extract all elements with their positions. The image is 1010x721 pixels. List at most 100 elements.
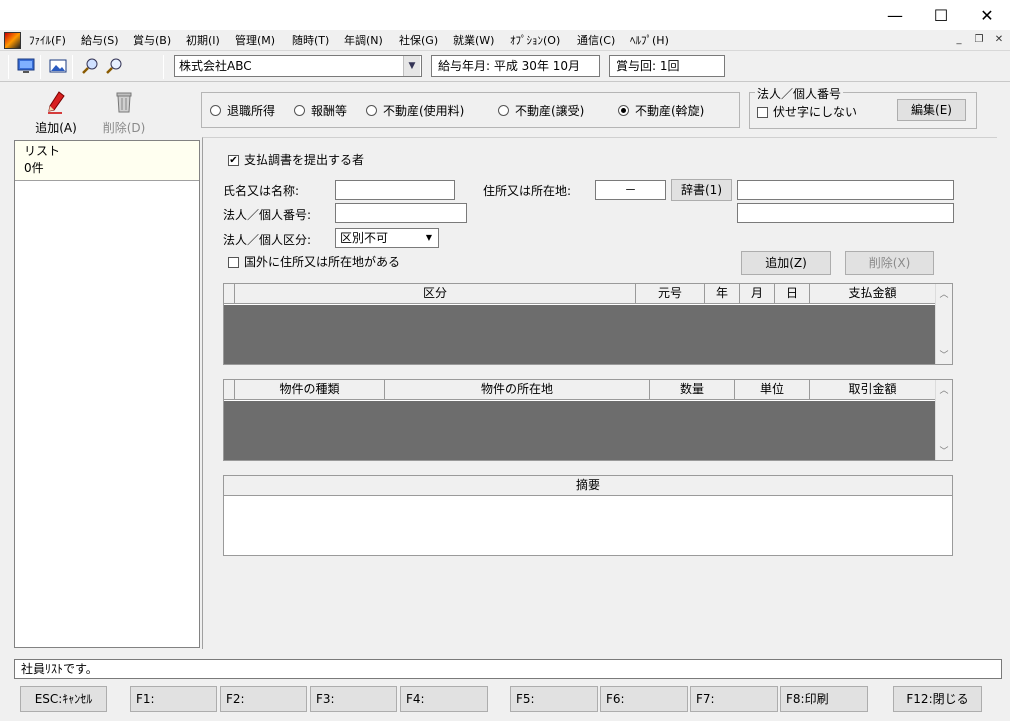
radio-dot — [366, 104, 377, 116]
address-input-2[interactable] — [737, 203, 954, 223]
postal-code-input[interactable]: － — [595, 180, 666, 200]
radio-remuneration[interactable]: 報酬等 — [294, 102, 347, 118]
trash-icon — [116, 92, 132, 113]
mdi-close-button[interactable]: ✕ — [992, 33, 1006, 47]
menu-salary[interactable]: 給与(S) — [81, 32, 119, 49]
name-input[interactable] — [335, 180, 455, 200]
menu-file[interactable]: ﾌｧｲﾙ(F) — [29, 32, 66, 49]
employee-list[interactable] — [14, 140, 200, 648]
add-record-button[interactable]: 追加(A) — [30, 90, 82, 136]
memo-input[interactable] — [228, 500, 948, 552]
radio-label: 不動産(譲受) — [515, 103, 585, 118]
property-grid-header: 物件の種類 物件の所在地 数量 単位 取引金額 — [224, 380, 935, 400]
menu-year-end[interactable]: 年調(N) — [344, 32, 383, 49]
scroll-down-icon[interactable]: ﹀ — [936, 348, 952, 361]
fkey-f6[interactable]: F6: — [600, 686, 688, 712]
zoom-out-icon[interactable] — [104, 57, 124, 75]
overseas-checkbox[interactable]: 国外に住所又は所在地がある — [228, 253, 400, 270]
row-selector-header — [224, 284, 235, 304]
delete-record-label: 削除(D) — [102, 121, 146, 135]
zoom-in-icon[interactable] — [80, 57, 100, 75]
corp-number-group-title: 法人／個人番号 — [755, 85, 844, 102]
menu-comm[interactable]: 通信(C) — [577, 32, 615, 49]
column-header[interactable]: 月 — [740, 284, 775, 304]
radio-dot-selected — [618, 104, 629, 116]
menu-help[interactable]: ﾍﾙﾌﾟ(H) — [630, 32, 669, 49]
menu-anytime[interactable]: 随時(T) — [292, 32, 329, 49]
name-label: 氏名又は名称: — [223, 184, 300, 198]
fkey-f12[interactable]: F12:閉じる — [893, 686, 982, 712]
scroll-down-icon[interactable]: ﹀ — [936, 444, 952, 457]
maximize-button[interactable]: ☐ — [918, 0, 964, 30]
fkey-f3[interactable]: F3: — [310, 686, 397, 712]
payment-grid-body[interactable] — [224, 305, 935, 364]
monitor-icon[interactable] — [16, 57, 36, 75]
column-header[interactable]: 日 — [775, 284, 810, 304]
close-button[interactable]: ✕ — [964, 0, 1010, 30]
fkey-f8[interactable]: F8:印刷 — [780, 686, 868, 712]
column-header[interactable]: 単位 — [735, 380, 810, 400]
dictionary-button[interactable]: 辞書(1) — [671, 179, 732, 201]
memo-box[interactable]: 摘要 — [223, 475, 953, 556]
scroll-up-icon[interactable]: ︿ — [936, 383, 952, 396]
status-message: 社員ﾘｽﾄです。 — [14, 659, 1002, 679]
payment-grid-scrollbar[interactable]: ︿ ﹀ — [935, 284, 952, 364]
scroll-up-icon[interactable]: ︿ — [936, 287, 952, 300]
fkey-f5[interactable]: F5: — [510, 686, 598, 712]
menu-manage[interactable]: 管理(M) — [235, 32, 275, 49]
address-input-1[interactable] — [737, 180, 954, 200]
column-header[interactable]: 区分 — [235, 284, 636, 304]
fkey-f7[interactable]: F7: — [690, 686, 778, 712]
submitter-checkbox[interactable]: ✔ 支払調書を提出する者 — [228, 151, 364, 168]
corp-type-select[interactable]: 区別不可 ▼ — [335, 228, 439, 248]
fkey-f4[interactable]: F4: — [400, 686, 488, 712]
column-header[interactable]: 年 — [705, 284, 740, 304]
chevron-down-icon[interactable]: ▼ — [403, 56, 420, 76]
edit-button[interactable]: 編集(E) — [897, 99, 966, 121]
add-record-label: 追加(A) — [35, 121, 77, 135]
delete-record-button[interactable]: 削除(D) — [98, 90, 150, 136]
memo-header: 摘要 — [224, 476, 952, 496]
column-header[interactable]: 物件の所在地 — [385, 380, 650, 400]
menu-option[interactable]: ｵﾌﾟｼｮﾝ(O) — [510, 32, 560, 49]
checkbox-box — [757, 107, 768, 118]
delete-row-button[interactable]: 削除(X) — [845, 251, 934, 275]
column-header[interactable]: 取引金額 — [810, 380, 935, 400]
menu-initial[interactable]: 初期(I) — [186, 32, 220, 49]
toolbar-separator — [163, 55, 164, 79]
fkey-f2[interactable]: F2: — [220, 686, 307, 712]
menu-work[interactable]: 就業(W) — [453, 32, 494, 49]
overseas-label: 国外に住所又は所在地がある — [244, 255, 401, 269]
minimize-button[interactable]: — — [872, 0, 918, 30]
mdi-restore-button[interactable]: ❐ — [972, 33, 986, 47]
property-grid-body[interactable] — [224, 401, 935, 460]
property-grid[interactable]: 物件の種類 物件の所在地 数量 単位 取引金額 ︿ ﹀ — [223, 379, 953, 461]
column-header[interactable]: 物件の種類 — [235, 380, 385, 400]
menu-social[interactable]: 社保(G) — [399, 32, 438, 49]
no-mask-checkbox[interactable]: 伏せ字にしない — [757, 103, 857, 120]
radio-realestate-transfer[interactable]: 不動産(譲受) — [498, 102, 584, 118]
column-header[interactable]: 元号 — [636, 284, 705, 304]
list-title: リスト — [24, 144, 61, 158]
company-select[interactable]: 株式会社ABC — [174, 55, 422, 77]
mdi-minimize-button[interactable]: _ — [952, 33, 966, 47]
column-header[interactable]: 数量 — [650, 380, 735, 400]
payment-grid[interactable]: 区分 元号 年 月 日 支払金額 ︿ ﹀ — [223, 283, 953, 365]
add-row-button[interactable]: 追加(Z) — [741, 251, 831, 275]
corp-number-input[interactable] — [335, 203, 467, 223]
menu-bonus[interactable]: 賞与(B) — [133, 32, 171, 49]
radio-realestate-usage[interactable]: 不動産(使用料) — [366, 102, 464, 118]
corp-type-value: 区別不可 — [340, 231, 389, 245]
radio-dot — [210, 104, 221, 116]
image-icon[interactable] — [48, 57, 68, 75]
app-logo-icon — [4, 32, 21, 49]
radio-dot — [294, 104, 305, 116]
fkey-f1[interactable]: F1: — [130, 686, 217, 712]
radio-retirement[interactable]: 退職所得 — [210, 102, 275, 118]
radio-realestate-brokerage[interactable]: 不動産(斡旋) — [618, 102, 704, 118]
property-grid-scrollbar[interactable]: ︿ ﹀ — [935, 380, 952, 460]
column-header[interactable]: 支払金額 — [810, 284, 935, 304]
toolbar-separator — [72, 55, 73, 79]
fkey-esc[interactable]: ESC:ｷｬﾝｾﾙ — [20, 686, 107, 712]
checkbox-box — [228, 257, 239, 268]
